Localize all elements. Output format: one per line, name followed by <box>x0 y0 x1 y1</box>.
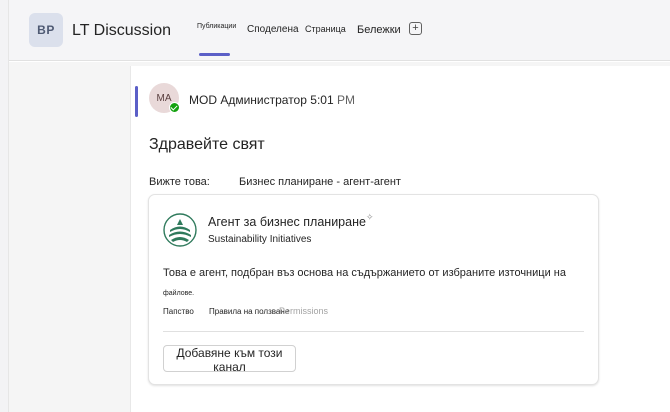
app-left-rail <box>0 0 9 412</box>
tab-page[interactable]: Страница <box>305 24 346 34</box>
agent-description-cont: файлове. <box>163 290 195 297</box>
channel-post: MA MOD Администратор 5:01 PM Здравейте с… <box>130 66 670 412</box>
author-name[interactable]: MOD Администратор <box>189 93 307 107</box>
card-divider <box>163 331 584 332</box>
post-title: Здравейте свят <box>149 136 265 153</box>
channel-title: LT Discussion <box>72 22 171 39</box>
add-to-channel-button[interactable]: Добавяне към този канал <box>163 345 296 374</box>
tab-shared[interactable]: Споделена <box>247 24 299 35</box>
agent-description-text: Това е агент, подбран въз основа на съдъ… <box>163 267 566 279</box>
tab-posts[interactable]: Публикации <box>197 23 236 30</box>
conversation-area: MA MOD Администратор 5:01 PM Здравейте с… <box>9 62 670 412</box>
agent-subtitle: Sustainability Initiatives <box>208 234 312 245</box>
presence-available-icon <box>169 102 180 113</box>
team-avatar[interactable]: BP <box>29 13 63 47</box>
post-time: 5:01 <box>310 93 334 107</box>
active-tab-indicator <box>199 53 230 56</box>
channel-header: BP LT Discussion Публикации Споделена Ст… <box>9 0 670 61</box>
tab-notes[interactable]: Бележки <box>357 24 401 36</box>
post-author-line: MOD Администратор 5:01 PM <box>189 93 355 107</box>
add-tab-icon[interactable]: + <box>409 22 422 35</box>
privacy-link[interactable]: Папство <box>163 307 194 316</box>
sparkle-icon: ✧ <box>366 212 374 222</box>
post-see-line: Вижте това: Бизнес планиране - агент-аге… <box>149 176 401 188</box>
agent-name: Агент за бизнес планиране <box>208 215 366 229</box>
post-time-ampm: PM <box>336 93 355 107</box>
see-label: Вижте това: <box>149 176 210 188</box>
post-accent-bar <box>135 86 138 117</box>
see-link[interactable]: Бизнес планиране - агент-агент <box>239 176 401 188</box>
agent-logo-icon <box>163 213 197 247</box>
agent-description: Това е агент, подбран въз основа на съдъ… <box>163 264 603 303</box>
agent-card: Агент за бизнес планиране ✧ Sustainabili… <box>148 194 599 385</box>
permissions-link[interactable]: Permissions <box>279 306 328 316</box>
terms-link[interactable]: Правила на ползване <box>209 307 289 316</box>
